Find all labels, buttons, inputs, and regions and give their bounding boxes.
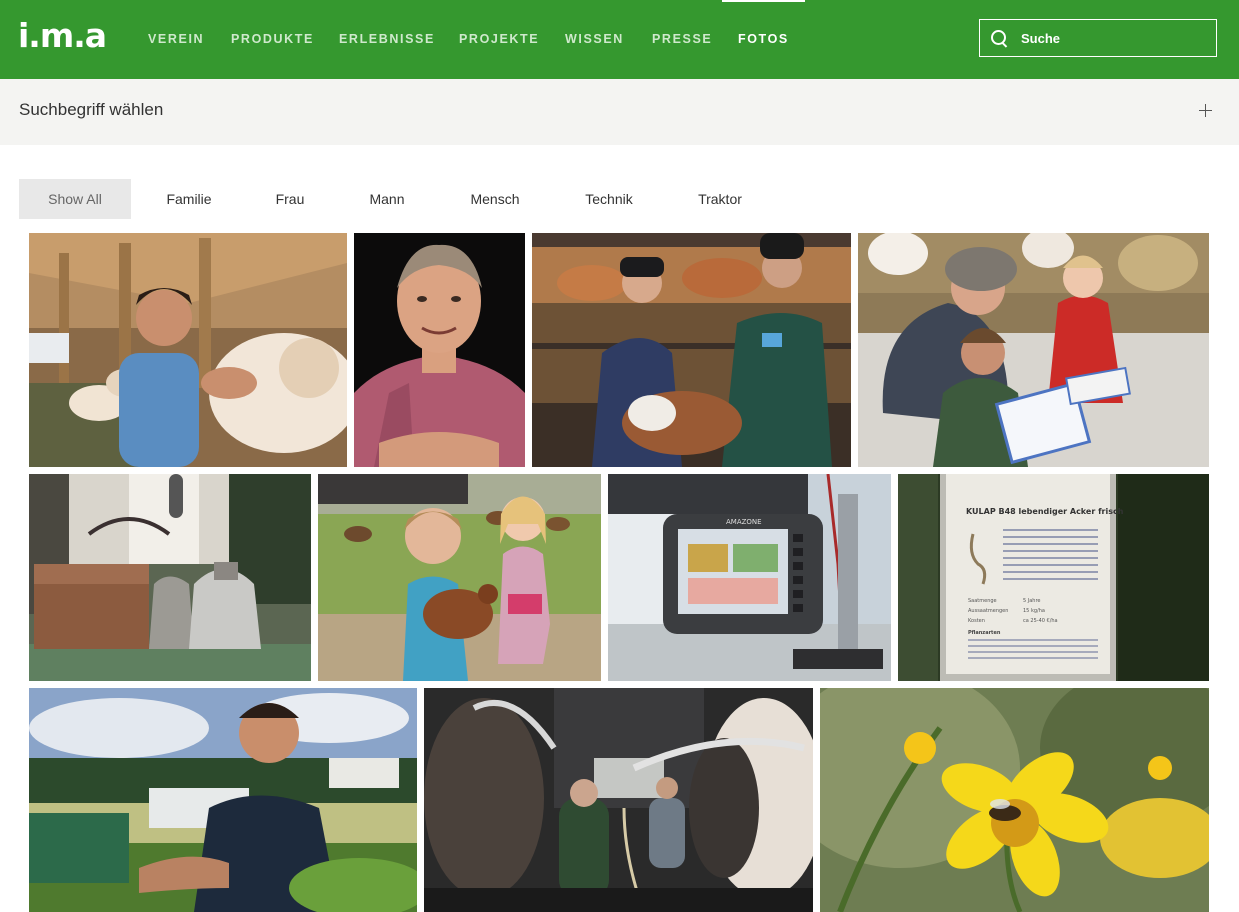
sign-value-1: 15 kg/ha (1023, 608, 1045, 614)
tag-mensch[interactable]: Mensch (455, 179, 535, 219)
sign-label-1: Aussaatmengen (968, 608, 1008, 614)
plus-icon[interactable] (1199, 104, 1212, 117)
sign-value-2: ca 25-40 €/ha (1023, 618, 1058, 624)
site-header: i.m.a VEREIN PRODUKTE ERLEBNISSE PROJEKT… (0, 0, 1239, 79)
photo-vets-with-calf[interactable] (532, 233, 851, 467)
tag-show-all[interactable]: Show All (19, 179, 131, 219)
search-term-bar[interactable]: Suchbegriff wählen (0, 79, 1239, 145)
photo-old-milk-cans[interactable] (29, 474, 311, 681)
search-input[interactable] (1019, 29, 1203, 47)
tag-familie[interactable]: Familie (151, 179, 227, 219)
photo-milking-parlor[interactable] (424, 688, 813, 912)
photo-yellow-flower-bee[interactable] (820, 688, 1209, 912)
photo-field-sign[interactable]: KULAP B48 lebendiger Acker frisch Saatme… (898, 474, 1209, 681)
photo-grandfather-kids-clipboard[interactable] (858, 233, 1209, 467)
search-term-label: Suchbegriff wählen (19, 100, 164, 119)
photo-tractor-terminal[interactable]: AMAZONE (608, 474, 891, 681)
search-icon[interactable] (991, 30, 1007, 46)
tag-technik[interactable]: Technik (569, 179, 649, 219)
sign-title: KULAP B48 lebendiger Acker frisch (966, 507, 1124, 516)
tag-traktor[interactable]: Traktor (683, 179, 757, 219)
nav-item-projekte[interactable]: PROJEKTE (459, 0, 539, 79)
sign-value-0: 5 Jahre (1023, 598, 1041, 604)
nav-item-erlebnisse[interactable]: ERLEBNISSE (339, 0, 435, 79)
nav-item-fotos[interactable]: FOTOS (722, 0, 805, 79)
tag-frau[interactable]: Frau (259, 179, 321, 219)
site-logo[interactable]: i.m.a (18, 14, 107, 58)
sign-label-2: Kosten (968, 618, 985, 624)
photo-farmer-with-cow[interactable] (29, 233, 347, 467)
nav-item-wissen[interactable]: WISSEN (565, 0, 624, 79)
photo-young-man-field[interactable] (29, 688, 417, 912)
search-box[interactable] (979, 19, 1217, 57)
nav-item-verein[interactable]: VEREIN (148, 0, 204, 79)
nav-item-presse[interactable]: PRESSE (652, 0, 712, 79)
photo-man-portrait[interactable] (354, 233, 525, 467)
nav-item-produkte[interactable]: PRODUKTE (231, 0, 314, 79)
tag-mann[interactable]: Mann (353, 179, 421, 219)
sign-label-0: Saatmenge (968, 598, 997, 604)
sign-heading: Pflanzarten (968, 630, 1001, 636)
photo-children-with-chicken[interactable] (318, 474, 601, 681)
terminal-brand-label: AMAZONE (726, 518, 762, 526)
